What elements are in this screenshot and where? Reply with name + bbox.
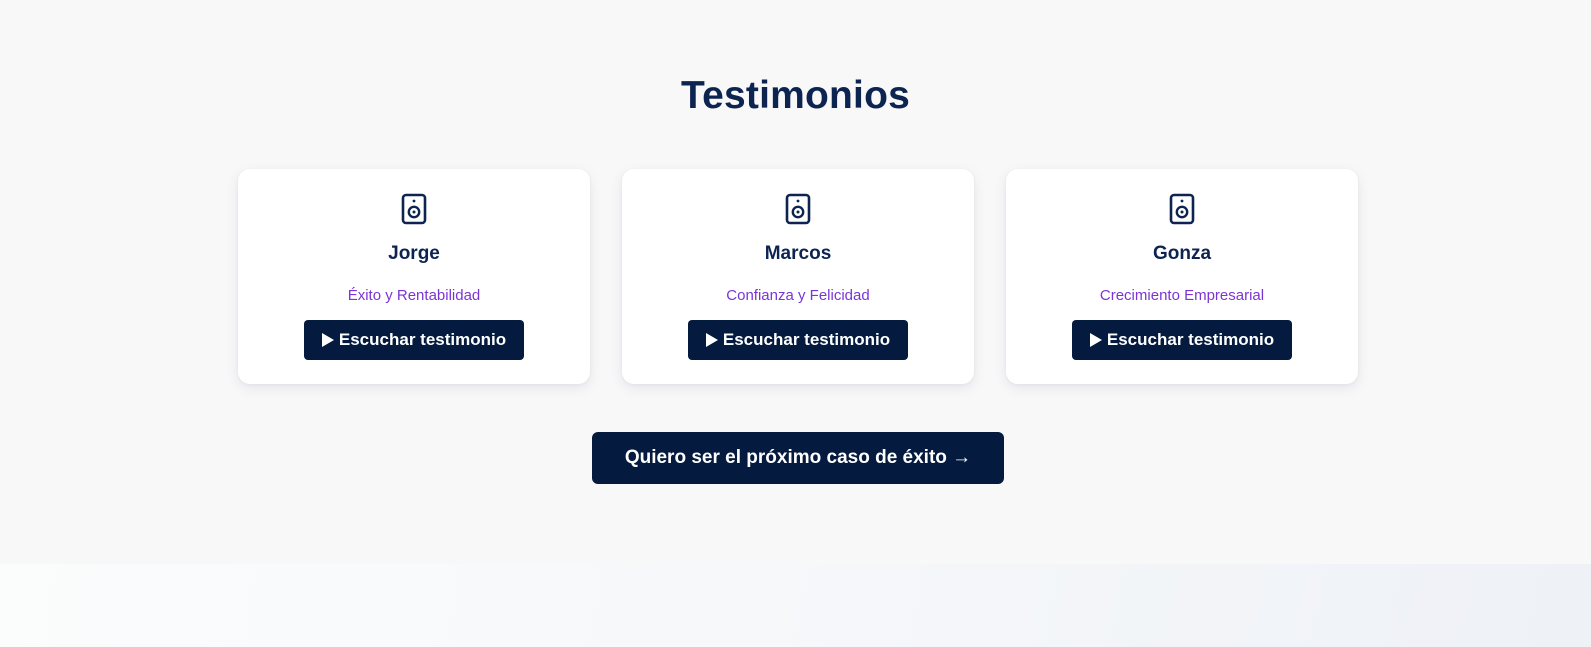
next-section-background [0,564,1591,647]
testimonial-cards: Jorge Éxito y Rentabilidad Escuchar test… [238,169,1358,384]
listen-button-label: Escuchar testimonio [338,330,507,349]
listen-button-label: Escuchar testimonio [1106,330,1275,349]
testimonial-name: Gonza [1152,243,1212,264]
play-icon [321,333,334,347]
testimonial-tag: Éxito y Rentabilidad [347,287,481,304]
testimonial-name: Marcos [764,243,832,264]
listen-testimonial-button[interactable]: Escuchar testimonio [688,320,908,360]
speaker-icon [1169,193,1195,225]
listen-testimonial-button[interactable]: Escuchar testimonio [304,320,524,360]
listen-button-label: Escuchar testimonio [722,330,891,349]
testimonial-card-marcos: Marcos Confianza y Felicidad Escuchar te… [622,169,974,384]
play-icon [705,333,718,347]
testimonials-section: Testimonios Jorge Éxito y Rentabilidad E… [0,0,1591,564]
testimonial-name: Jorge [388,243,440,264]
testimonial-card-gonza: Gonza Crecimiento Empresarial Escuchar t… [1006,169,1358,384]
testimonial-tag: Crecimiento Empresarial [1099,287,1265,304]
next-success-case-button[interactable]: Quiero ser el próximo caso de éxito → [592,432,1004,484]
testimonial-card-jorge: Jorge Éxito y Rentabilidad Escuchar test… [238,169,590,384]
listen-testimonial-button[interactable]: Escuchar testimonio [1072,320,1292,360]
section-title: Testimonios [680,74,910,117]
speaker-icon [401,193,427,225]
play-icon [1089,333,1102,347]
testimonial-tag: Confianza y Felicidad [726,287,870,304]
speaker-icon [785,193,811,225]
